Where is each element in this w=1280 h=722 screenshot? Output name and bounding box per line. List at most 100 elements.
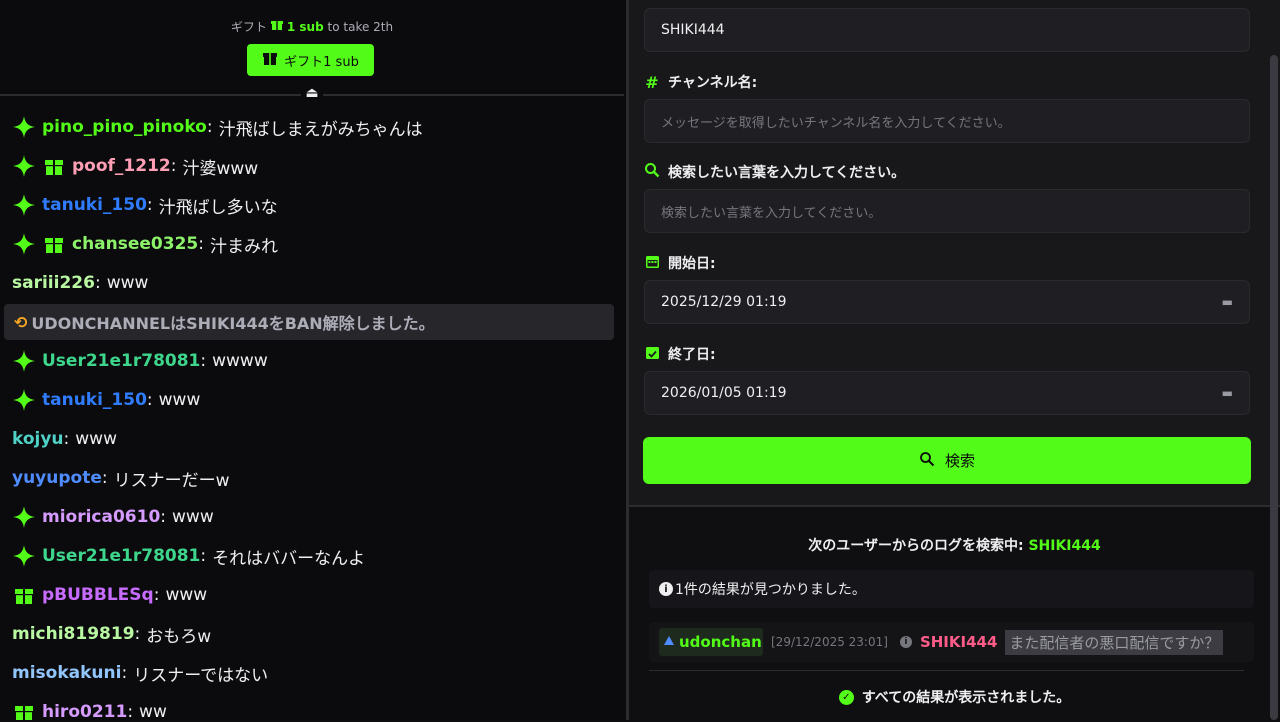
sparkle-icon[interactable] [12, 193, 36, 217]
calendar-picker-icon[interactable]: ▬ [1222, 295, 1233, 309]
gift-icon[interactable] [12, 700, 36, 720]
start-date-input[interactable]: 2025/12/29 01:19 ▬ [644, 280, 1250, 324]
sparkle-icon[interactable] [12, 388, 36, 412]
chat-colon: : [160, 507, 167, 527]
search-icon [919, 451, 935, 471]
chat-message: tanuki_150: 汁飛ばし多いな [12, 187, 278, 223]
all-results-text: すべての結果が表示されました。 [861, 690, 1071, 706]
gift-icon [262, 50, 278, 70]
keyword-input[interactable]: 検索したい言葉を入力してください。 [644, 189, 1250, 233]
search-status-prefix: 次のユーザーからのログを検索中: [808, 538, 1024, 554]
channel-name: udonchanı [679, 633, 763, 651]
chat-colon: : [94, 273, 101, 293]
result-username[interactable]: SHIKI444 [920, 633, 997, 651]
username-value: SHIKI444 [661, 22, 725, 38]
gift-icon[interactable] [42, 154, 66, 178]
chat-message: miorica0610: www [12, 499, 214, 535]
sparkle-icon[interactable] [12, 544, 36, 568]
chat-username[interactable]: User21e1r78081 [42, 546, 200, 566]
search-form: SHIKI444 # チャンネル名: メッセージを取得したいチャンネル名を入力し… [629, 0, 1280, 505]
gift-icon[interactable] [12, 583, 36, 607]
chat-message: pino_pino_pinoko: 汁飛ばしまえがみちゃんは [12, 109, 423, 145]
calendar-icon [644, 254, 660, 273]
search-status-user: SHIKI444 [1028, 538, 1101, 554]
gift-sub-button[interactable]: ギフト1 sub [247, 44, 374, 76]
end-date-input[interactable]: 2026/01/05 01:19 ▬ [644, 371, 1250, 415]
unban-icon: ⟲ [14, 312, 28, 332]
chat-text: リスナーではない [133, 665, 269, 686]
chat-colon: : [200, 546, 207, 566]
channel-avatar-icon [663, 633, 675, 651]
chat-text: www [172, 507, 214, 527]
info-icon: i [659, 582, 673, 596]
gift-goal-prefix: ギフト [230, 20, 267, 34]
gift-header: ギフト 1 sub to take 2th ギフト1 sub [0, 0, 624, 96]
all-results-shown: ✓ すべての結果が表示されました。 [629, 687, 1280, 707]
chat-message: sariii226: www [12, 265, 148, 301]
chat-text: ww [139, 702, 167, 720]
check-circle-icon: ✓ [838, 689, 854, 705]
sparkle-icon[interactable] [12, 505, 36, 529]
chat-text: www [165, 585, 208, 605]
calendar-picker-icon[interactable]: ▬ [1222, 386, 1233, 400]
channel-chip[interactable]: udonchanı [659, 628, 763, 656]
info-icon[interactable]: i [899, 636, 912, 648]
chat-username[interactable]: User21e1r78081 [42, 351, 200, 371]
chat-message: misokakuni: リスナーではない [12, 655, 268, 691]
chat-username[interactable]: pino_pino_pinoko [42, 117, 207, 137]
chat-text: 汁婆www [182, 158, 259, 179]
chat-text: wwww [212, 351, 268, 371]
chat-message: kojyu: www [12, 421, 117, 457]
chat-message: yuyupote: リスナーだーw [12, 460, 230, 496]
gift-button-label: ギフト1 sub [284, 54, 359, 70]
chat-colon: : [153, 585, 160, 605]
chat-message: chansee0325: 汁まみれ [12, 226, 278, 262]
chat-text: 汁飛ばしまえがみちゃんは [218, 119, 423, 140]
keyword-label: 検索したい言葉を入力してください。 [644, 162, 905, 182]
end-date-label-text: 終了日: [668, 347, 716, 363]
chat-username[interactable]: chansee0325 [72, 234, 198, 254]
chat-username[interactable]: miorica0610 [42, 507, 160, 527]
results-panel: 次のユーザーからのログを検索中: SHIKI444 i 1件の結果が見つかりまし… [629, 505, 1280, 722]
chat-colon: : [63, 429, 70, 449]
chat-username[interactable]: pBUBBLESq [42, 585, 154, 605]
chat-text: www [75, 429, 117, 449]
chat-username[interactable]: tanuki_150 [42, 390, 147, 410]
divider [649, 670, 1244, 671]
chat-username[interactable]: tanuki_150 [42, 195, 147, 215]
chat-message: hiro0211: ww [12, 694, 167, 720]
result-count-box: i 1件の結果が見つかりました。 [649, 570, 1254, 608]
chat-username[interactable]: poof_1212 [72, 156, 171, 176]
sparkle-icon[interactable] [12, 349, 36, 373]
chat-username[interactable]: michi819819 [12, 624, 135, 644]
chat-colon: : [146, 195, 153, 215]
sparkle-icon[interactable] [12, 115, 36, 139]
chat-username[interactable]: kojyu [12, 429, 64, 449]
chat-colon: : [198, 234, 204, 254]
start-date-label: 開始日: [644, 253, 716, 273]
chat-username[interactable]: yuyupote [12, 468, 102, 488]
sparkle-icon[interactable] [12, 154, 36, 178]
result-message: また配信者の悪口配信ですか？ [1005, 629, 1224, 655]
chat-username[interactable]: sariii226 [12, 273, 95, 293]
chat-colon: : [170, 156, 177, 176]
gift-icon [270, 20, 287, 34]
chat-colon: : [134, 624, 141, 644]
chat-colon: : [127, 702, 134, 720]
username-field[interactable]: SHIKI444 [644, 8, 1250, 52]
sparkle-icon[interactable] [12, 232, 36, 256]
calendar-check-icon [644, 345, 660, 364]
eject-collapse-icon[interactable]: ⏏ [301, 84, 323, 102]
search-button[interactable]: 検索 [643, 437, 1251, 484]
result-row: udonchanı [29/12/2025 23:01] i SHIKI444 … [649, 622, 1254, 662]
gift-icon[interactable] [42, 232, 66, 256]
start-date-value: 2025/12/29 01:19 [661, 294, 787, 310]
chat-message: User21e1r78081: wwww [12, 343, 268, 379]
chat-panel: ギフト 1 sub to take 2th ギフト1 sub ⏏ pino_pi… [0, 0, 626, 720]
window-scrollbar[interactable] [1270, 55, 1278, 720]
chat-text: 汁まみれ [209, 236, 278, 257]
chat-username[interactable]: misokakuni [12, 663, 121, 683]
chat-colon: : [200, 351, 207, 371]
channel-input[interactable]: メッセージを取得したいチャンネル名を入力してください。 [644, 99, 1250, 143]
chat-username[interactable]: hiro0211 [42, 702, 127, 720]
